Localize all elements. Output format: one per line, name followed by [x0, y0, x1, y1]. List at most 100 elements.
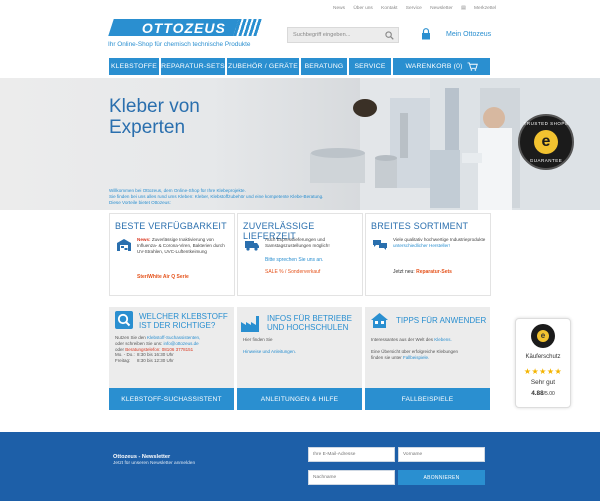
rating-score-value: 4.88 — [531, 390, 544, 397]
trusted-shops-seal-icon: e — [531, 324, 555, 348]
reparatur-sets-link[interactable]: Reparatur-Sets — [416, 269, 452, 275]
hours-label: Freitag: — [115, 358, 131, 364]
topnav-contact-link[interactable]: Kontakt — [381, 6, 397, 11]
now-label: Jetzt neu: — [393, 269, 415, 275]
card-availability: BESTE VERFÜGBARKEIT News: Zuverlässige I… — [109, 213, 235, 296]
seal-mark: e — [537, 330, 549, 342]
card-text: Auch Expresslieferungen und Samstagszust… — [265, 237, 330, 248]
klebstoff-suchassistent-button[interactable]: KLEBSTOFF-SUCHASSISTENT — [109, 388, 234, 410]
newsletter-email-field[interactable]: Ihre E-Mail-Adresse — [308, 447, 395, 462]
cart-icon — [467, 62, 478, 71]
anleitungen-link[interactable]: Hinweise und Anleitungen. — [243, 349, 359, 355]
sale-link[interactable]: SALE % / Sonderverkauf — [265, 269, 320, 275]
logo-stripes — [233, 19, 263, 36]
contact-us-link[interactable]: Bitte sprechen Sie uns an. — [265, 257, 323, 263]
tagline: Ihr Online-Shop für chemisch technische … — [108, 41, 251, 48]
manufacturer-link[interactable]: unterschiedlicher Hersteller! — [393, 243, 489, 249]
card-assortment: BREITES SORTIMENT Viele qualitativ hochw… — [365, 213, 491, 296]
fallbeispiele-button[interactable]: FALLBEISPIELE — [365, 388, 490, 410]
panel-klebstoff-finder: WELCHER KLEBSTOFF IST DER RICHTIGE? Nutz… — [109, 307, 234, 410]
rating-score-suffix: /5.00 — [543, 391, 555, 397]
kaeuferschutz-widget[interactable]: e Käuferschutz ★★★★★ Sehr gut 4.88/5.00 — [515, 318, 571, 408]
search-placeholder: Suchbegriff eingeben... — [293, 32, 351, 38]
nav-klebstoffe[interactable]: KLEBSTOFFE — [109, 58, 159, 75]
card-text: News: Zuverlässige Inaktivierung von Inf… — [137, 237, 233, 255]
fallbeispiele-link[interactable]: Fallbeispiele. — [403, 355, 429, 360]
nav-service[interactable]: SERVICE — [349, 58, 391, 75]
card-title: BREITES SORTIMENT — [371, 221, 469, 231]
new-products: Jetzt neu: Reparatur-Sets — [393, 269, 452, 275]
search-input[interactable]: Suchbegriff eingeben... — [287, 27, 399, 43]
topnav-newsletter-link[interactable]: Newsletter — [430, 6, 453, 11]
logo[interactable]: OTTOZEUS — [108, 19, 263, 36]
phone-link[interactable]: Beratungstelefon: 08106 3778151 — [125, 347, 193, 352]
chat-bubbles-icon — [373, 240, 387, 250]
suchassistent-link[interactable]: Klebstoff-Suchassistenten, — [147, 335, 200, 340]
panel-title-line1: INFOS FÜR BETRIEBE — [267, 314, 352, 323]
panel-title-line2: IST DER RICHTIGE? — [139, 321, 216, 330]
panel-text-pre: oder schreiben Sie uns: — [115, 340, 163, 346]
hero-intro-text: Willkommen bei Ottozeus, dem Online-Shop… — [109, 188, 409, 206]
my-account-link[interactable]: Mein Ottozeus — [446, 31, 491, 38]
logo-text: OTTOZEUS — [141, 19, 226, 36]
lock-icon[interactable] — [421, 28, 431, 40]
anleitungen-hilfe-button[interactable]: ANLEITUNGEN & HILFE — [237, 388, 362, 410]
newsletter-title: Ottozeus - Newsletter — [113, 454, 171, 460]
card-delivery: ZUVERLÄSSIGE LIEFERZEIT Auch Expresslief… — [237, 213, 363, 296]
truck-icon — [245, 241, 259, 251]
panel-text-pre: finden sie unter — [371, 354, 402, 360]
panel-text: Nutzen Sie den Klebstoff-Suchassistenten… — [115, 335, 231, 364]
email-link[interactable]: info@ottozeus.de — [164, 341, 199, 346]
steriwhite-link[interactable]: SteriWhite Air Q Serie — [137, 274, 189, 280]
panel-title-line1: WELCHER KLEBSTOFF — [139, 312, 228, 321]
rating-score: 4.88/5.00 — [516, 390, 570, 397]
nav-warenkorb[interactable]: WARENKORB (0) — [393, 58, 490, 75]
panel-text: Hier finden Sie Hinweise und Anleitungen… — [243, 337, 359, 355]
panel-text-pre: Nutzen Sie den — [115, 335, 146, 340]
news-label: News: — [137, 237, 151, 242]
newsletter-subtitle: Jetzt für unseren Newsletter anmelden — [113, 461, 196, 466]
panel-business-info: INFOS FÜR BETRIEBE UND HOCHSCHULEN Hier … — [237, 307, 362, 410]
hours-value: 8:30 bis 16:30 Uhr — [137, 352, 174, 358]
news-text: Zuverlässige Inaktivierung von Influenza… — [137, 237, 225, 254]
nav-beratung[interactable]: BERATUNG — [301, 58, 347, 75]
card-title: BESTE VERFÜGBARKEIT — [115, 221, 227, 231]
newsletter-firstname-field[interactable]: Vorname — [398, 447, 485, 462]
trusted-shops-label: TRUSTED SHOPS — [523, 121, 569, 126]
merkzettel-link[interactable]: ▤ Merkzettel — [461, 6, 503, 11]
panel-user-tips: TIPPS FÜR ANWENDER Interessantes aus der… — [365, 307, 490, 410]
panel-title: INFOS FÜR BETRIEBE UND HOCHSCHULEN — [267, 314, 352, 332]
panel-text-pre: Interessantes aus der Welt des — [371, 337, 433, 342]
trusted-shops-badge[interactable]: TRUSTED SHOPS e GUARANTEE — [518, 114, 574, 170]
lastname-placeholder: Nachname — [313, 475, 337, 480]
email-placeholder: Ihre E-Mail-Adresse — [313, 452, 356, 457]
panel-title-line2: UND HOCHSCHULEN — [267, 323, 349, 332]
house-icon — [371, 313, 388, 328]
panel-title: WELCHER KLEBSTOFF IST DER RICHTIGE? — [139, 312, 228, 330]
nav-reparatur-sets[interactable]: REPARATUR-SETS — [161, 58, 225, 75]
firstname-placeholder: Vorname — [403, 452, 423, 457]
kleben-link[interactable]: Klebens. — [434, 337, 452, 342]
notepad-icon: ▤ — [461, 6, 466, 11]
cart-label: WARENKORB (0) — [405, 63, 463, 70]
magnifier-icon — [115, 311, 133, 329]
kaeuferschutz-label: Käuferschutz — [525, 354, 561, 360]
hero-title-line1: Kleber von — [109, 96, 200, 117]
panel-text: Interessantes aus der Welt des Klebens. … — [371, 337, 487, 360]
hero-title: Kleber von Experten — [109, 96, 200, 138]
hero-text-line3: Diese Vorteile bietet Ottozeus: — [109, 200, 171, 205]
subscribe-button[interactable]: ABONNIEREN — [398, 470, 485, 485]
factory-icon — [241, 316, 259, 332]
topnav-about-link[interactable]: Über uns — [353, 6, 372, 11]
trusted-shops-e-icon: e — [534, 130, 558, 154]
topnav-news-link[interactable]: News — [333, 6, 345, 11]
panel-text-pre: oder — [115, 346, 125, 352]
topnav-service-link[interactable]: Service — [406, 6, 422, 11]
top-utility-nav: News Über uns Kontakt Service Newsletter… — [333, 6, 510, 11]
hours-value: 8:30 bis 12:30 Uhr — [137, 358, 174, 364]
hero-title-line2: Experten — [109, 117, 186, 138]
nav-zubehoer-geraete[interactable]: ZUBEHÖR / GERÄTE — [227, 58, 299, 75]
panel-text-line: Hier finden Sie — [243, 337, 273, 342]
newsletter-lastname-field[interactable]: Nachname — [308, 470, 395, 485]
search-icon[interactable] — [385, 31, 394, 40]
